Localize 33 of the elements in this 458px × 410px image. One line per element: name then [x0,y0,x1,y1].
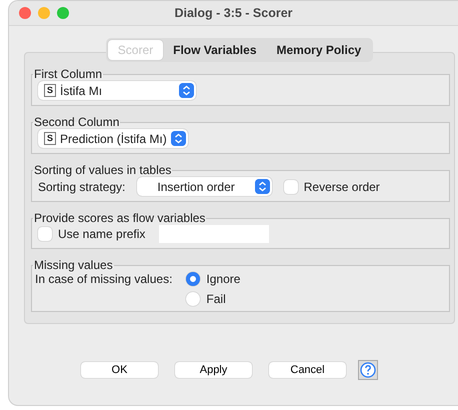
checkbox[interactable] [284,180,298,194]
field-label: In case of missing values: [35,272,172,286]
dialog-button[interactable]: Apply [175,362,252,378]
radio-label: Fail [206,292,226,306]
group-title: Provide scores as flow variables [33,211,206,225]
window-title: Dialog - 3:5 - Scorer [174,6,293,20]
column-dropdown[interactable]: S İstifa Mı [38,81,196,100]
group-title: Missing values [33,258,114,272]
group-title: Second Column [33,115,120,129]
dialog-button[interactable]: OK [81,362,158,378]
help-icon[interactable] [358,360,378,380]
stepper-icon [254,179,270,194]
field-label: Sorting strategy: [38,180,126,194]
group-title: First Column [33,67,104,81]
dialog-button[interactable]: Cancel [269,362,346,378]
string-type-badge: S [44,84,56,97]
radio-button[interactable] [186,272,200,286]
window-control-icon[interactable] [57,7,69,19]
radio-label: Ignore [206,272,240,286]
window-control-icon[interactable] [38,7,50,19]
stepper-icon [170,131,186,146]
radio-button[interactable] [186,292,200,306]
tab[interactable]: Flow Variables [163,40,266,60]
string-type-badge: S [44,132,56,145]
checkbox[interactable] [38,227,52,241]
tab[interactable]: Memory Policy [266,40,372,60]
window-control-icon[interactable] [19,7,31,19]
checkbox-label: Reverse order [304,180,380,194]
checkbox-label: Use name prefix [58,227,146,241]
sorting-dropdown[interactable]: Insertion order [137,177,272,196]
group-title: Sorting of values in tables [33,163,172,177]
stepper-icon [179,83,194,98]
column-dropdown[interactable]: S Prediction (İstifa Mı) [38,129,188,148]
